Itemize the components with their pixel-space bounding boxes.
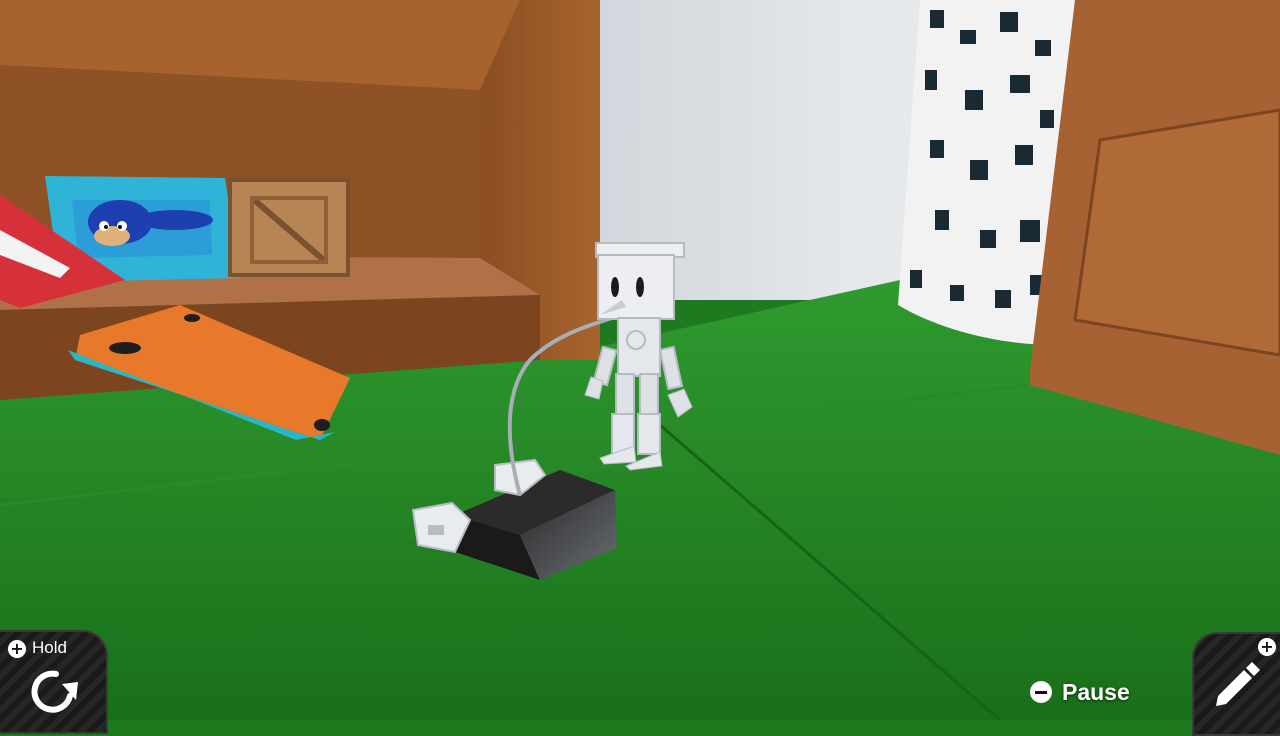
plus-button-icon: +: [8, 640, 26, 658]
pause-button[interactable]: Pause: [1030, 678, 1130, 706]
minus-button-icon: [1030, 681, 1052, 703]
game-viewport[interactable]: [0, 0, 1280, 720]
rotate-icon: [31, 670, 78, 713]
edit-control[interactable]: +: [1192, 632, 1280, 736]
hold-label: Hold: [32, 638, 67, 657]
hold-control[interactable]: + Hold: [0, 630, 108, 734]
pencil-icon: [1216, 662, 1260, 706]
scene-render: [0, 0, 1280, 720]
plus-button-icon: +: [1258, 638, 1276, 656]
pause-label: Pause: [1062, 678, 1130, 705]
